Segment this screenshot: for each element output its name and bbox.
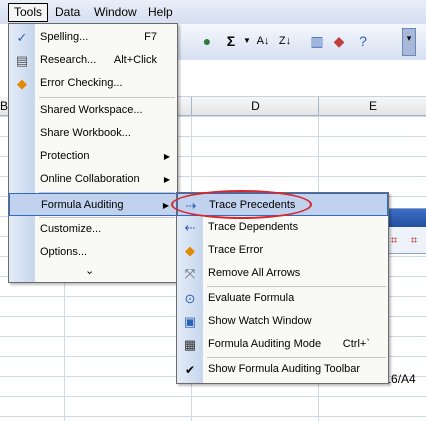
research-globe-icon[interactable]: ●	[198, 32, 216, 50]
menu-item-label: Shared Workspace...	[40, 104, 143, 116]
menu-item-label: Formula Auditing	[41, 199, 124, 211]
formula-bar-area	[176, 60, 426, 97]
menu-item-share-workbook[interactable]: Share Workbook...	[9, 122, 177, 145]
menu-item-label: Show Formula Auditing Toolbar	[208, 363, 361, 375]
annotation-ellipse	[171, 190, 312, 219]
submenu-arrow-icon: ▶	[163, 152, 170, 161]
menu-item-label: Trace Error	[208, 244, 264, 256]
drawing-icon[interactable]: ◆	[330, 32, 348, 50]
trace-dependents-icon: ⇠	[184, 220, 196, 235]
menu-help[interactable]: Help	[143, 4, 178, 21]
menu-item-label: Evaluate Formula	[208, 292, 295, 304]
sort-ascending-icon[interactable]: A↓	[254, 32, 272, 50]
spelling-icon: ✓	[16, 30, 28, 45]
submenu-arrow-icon: ▶	[163, 175, 170, 184]
menu-item-label: Spelling...	[40, 31, 89, 43]
menu-item-label: Remove All Arrows	[208, 267, 301, 279]
menu-item-label: Formula Auditing Mode	[208, 338, 322, 350]
standard-toolbar: ● Σ ▼ A↓ Z↓ ▥ ◆ ? ▾	[176, 24, 426, 60]
menu-item-evaluate-formula[interactable]: ⊙ Evaluate Formula	[177, 287, 388, 310]
research-icon: ▤	[15, 53, 29, 68]
menu-item-error-checking[interactable]: ◆ Error Checking...	[9, 72, 177, 95]
column-header-d[interactable]: D	[191, 97, 319, 115]
menu-bar: Tools Data Window Help	[0, 0, 426, 24]
formula-auditing-submenu: ⇢ Trace Precedents ⇠ Trace Dependents ◆ …	[176, 192, 389, 384]
toolbar-remove-icon[interactable]: ⌗	[407, 233, 421, 247]
menu-item-label: Show Watch Window	[208, 315, 312, 327]
menu-data[interactable]: Data	[50, 4, 85, 21]
menu-item-shortcut: Ctrl+`	[342, 338, 370, 350]
menu-separator	[39, 97, 175, 98]
menu-item-remove-all-arrows[interactable]: ⤧ Remove All Arrows	[177, 262, 388, 285]
menu-item-label: Options...	[40, 246, 88, 258]
menu-item-spelling[interactable]: ✓ Spelling... F7	[9, 26, 177, 49]
menu-item-formula-auditing[interactable]: Formula Auditing ▶	[9, 193, 177, 216]
menu-item-protection[interactable]: Protection ▶	[9, 145, 177, 168]
menu-item-label: Error Checking...	[40, 77, 123, 89]
help-icon[interactable]: ?	[354, 32, 372, 50]
watch-window-icon: ▣	[183, 314, 197, 329]
toolbar-trace-icon[interactable]: ⌗	[387, 233, 401, 247]
menu-window[interactable]: Window	[89, 4, 142, 21]
evaluate-formula-icon: ⊙	[184, 291, 196, 306]
tools-menu: ✓ Spelling... F7 ▤ Research... Alt+Click…	[8, 23, 178, 283]
menu-item-label: Protection	[40, 150, 90, 162]
menu-item-shortcut: F7	[144, 31, 157, 43]
menu-item-label: Online Collaboration	[40, 173, 140, 185]
menu-item-show-formula-auditing-toolbar[interactable]: ✔ Show Formula Auditing Toolbar	[177, 358, 388, 381]
menu-item-online-collaboration[interactable]: Online Collaboration ▶	[9, 168, 177, 191]
error-checking-icon: ◆	[17, 76, 27, 91]
expand-menu-chevron-icon[interactable]: ⌄	[85, 264, 94, 277]
column-header-e[interactable]: E	[318, 97, 426, 115]
remove-arrows-icon: ⤧	[184, 266, 196, 281]
submenu-arrow-icon: ▶	[162, 201, 169, 210]
menu-item-formula-auditing-mode[interactable]: ▦ Formula Auditing Mode Ctrl+`	[177, 333, 388, 356]
menu-item-research[interactable]: ▤ Research... Alt+Click	[9, 49, 177, 72]
toolbar-options-icon[interactable]: ▾	[402, 28, 416, 56]
menu-item-label: Share Workbook...	[40, 127, 131, 139]
auditing-mode-icon: ▦	[183, 337, 197, 352]
menu-tools[interactable]: Tools	[8, 3, 49, 22]
menu-item-trace-error[interactable]: ◆ Trace Error	[177, 239, 388, 262]
column-header-b[interactable]: B	[0, 97, 8, 115]
chart-wizard-icon[interactable]: ▥	[308, 32, 326, 50]
checkmark-icon: ✔	[184, 363, 196, 377]
menu-item-options[interactable]: Options...	[9, 241, 177, 264]
menu-item-label: Research...	[40, 54, 97, 66]
trace-error-icon: ◆	[185, 243, 195, 258]
menu-item-shared-workspace[interactable]: Shared Workspace...	[9, 99, 177, 122]
menu-item-label: Trace Dependents	[208, 221, 299, 233]
menu-item-show-watch-window[interactable]: ▣ Show Watch Window	[177, 310, 388, 333]
menu-item-shortcut: Alt+Click	[113, 54, 157, 66]
menu-item-label: Customize...	[40, 223, 102, 235]
menu-item-trace-dependents[interactable]: ⇠ Trace Dependents	[177, 216, 388, 239]
menu-item-customize[interactable]: Customize...	[9, 218, 177, 241]
sort-descending-icon[interactable]: Z↓	[276, 32, 294, 50]
